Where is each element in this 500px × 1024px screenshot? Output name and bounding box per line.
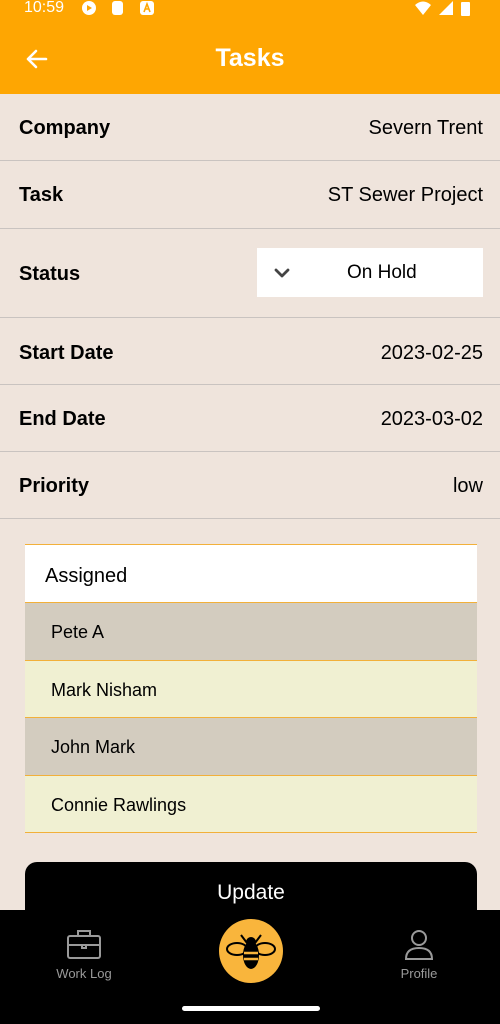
font-icon <box>140 1 154 15</box>
priority-value: low <box>452 475 483 497</box>
status-dropdown[interactable]: On Hold <box>257 248 483 297</box>
company-label: Company <box>19 117 111 139</box>
list-item[interactable]: John Mark <box>25 718 477 776</box>
assigned-card: Assigned Pete A Mark Nisham John Mark Co… <box>25 544 477 833</box>
assigned-title: Assigned <box>25 545 477 603</box>
start-date-row: Start Date 2023-02-25 <box>0 318 500 385</box>
list-item[interactable]: Connie Rawlings <box>25 775 477 833</box>
end-date-value: 2023-03-02 <box>380 408 483 430</box>
home-indicator[interactable] <box>182 1006 320 1011</box>
start-date-value: 2023-02-25 <box>380 342 483 364</box>
sd-card-icon <box>112 1 123 15</box>
wifi-icon <box>415 1 431 15</box>
task-value: ST Sewer Project <box>327 184 483 206</box>
list-item[interactable]: Pete A <box>25 603 477 661</box>
bottom-nav: Work Log Profile <box>0 910 500 1024</box>
home-bee-button[interactable] <box>219 919 283 983</box>
end-date-row: End Date 2023-03-02 <box>0 385 500 452</box>
clock: 10:59 <box>24 0 65 16</box>
priority-label: Priority <box>19 475 90 497</box>
person-icon <box>404 930 434 960</box>
status-bar: 10:59 <box>0 0 500 22</box>
play-icon <box>82 1 96 15</box>
priority-row: Priority low <box>0 452 500 519</box>
status-dropdown-value: On Hold <box>347 262 417 283</box>
task-row: Task ST Sewer Project <box>0 161 500 229</box>
start-date-label: Start Date <box>19 342 114 364</box>
chevron-down-icon <box>274 268 290 278</box>
app-bar: 10:59 Tasks <box>0 0 500 94</box>
status-label: Status <box>19 263 81 285</box>
nav-profile[interactable]: Profile <box>390 928 448 981</box>
nav-work-log[interactable]: Work Log <box>52 928 116 981</box>
company-value: Severn Trent <box>368 117 483 139</box>
list-item[interactable]: Mark Nisham <box>25 660 477 718</box>
bee-icon <box>226 934 276 969</box>
signal-icon <box>439 1 453 15</box>
battery-icon <box>461 1 470 16</box>
briefcase-icon <box>67 930 101 959</box>
company-row: Company Severn Trent <box>0 94 500 161</box>
nav-work-log-label: Work Log <box>56 966 112 981</box>
page-title: Tasks <box>215 44 285 72</box>
end-date-label: End Date <box>19 408 106 430</box>
nav-profile-label: Profile <box>400 966 438 981</box>
task-label: Task <box>19 184 64 206</box>
